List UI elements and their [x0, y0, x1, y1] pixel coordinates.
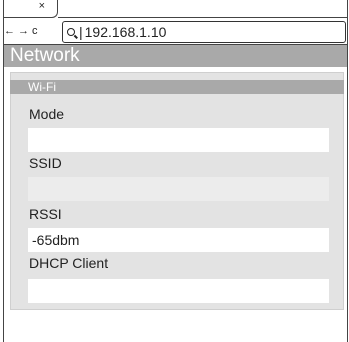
- dhcp-client-label: DHCP Client: [29, 255, 109, 271]
- search-icon: [67, 28, 75, 36]
- navigation-buttons: ← → c: [4, 23, 38, 39]
- mode-field[interactable]: [28, 128, 329, 152]
- mode-label: Mode: [29, 106, 65, 122]
- url-text: 192.168.1.10: [84, 24, 167, 40]
- rssi-field[interactable]: [28, 228, 329, 252]
- close-icon[interactable]: ×: [39, 1, 45, 12]
- address-bar[interactable]: | 192.168.1.10: [62, 21, 346, 43]
- ssid-field[interactable]: [28, 177, 329, 201]
- text-cursor: |: [79, 24, 83, 40]
- page-title: Network: [4, 45, 347, 67]
- forward-icon[interactable]: →: [18, 23, 29, 39]
- reload-icon[interactable]: c: [32, 23, 38, 39]
- section-header-wifi: Wi-Fi: [10, 80, 344, 94]
- ssid-label: SSID: [29, 155, 62, 171]
- tabstrip-divider: [58, 17, 348, 18]
- dhcp-client-field[interactable]: [28, 279, 329, 303]
- rssi-label: RSSI: [29, 206, 62, 222]
- back-icon[interactable]: ←: [4, 23, 15, 39]
- browser-tab[interactable]: ×: [3, 0, 58, 18]
